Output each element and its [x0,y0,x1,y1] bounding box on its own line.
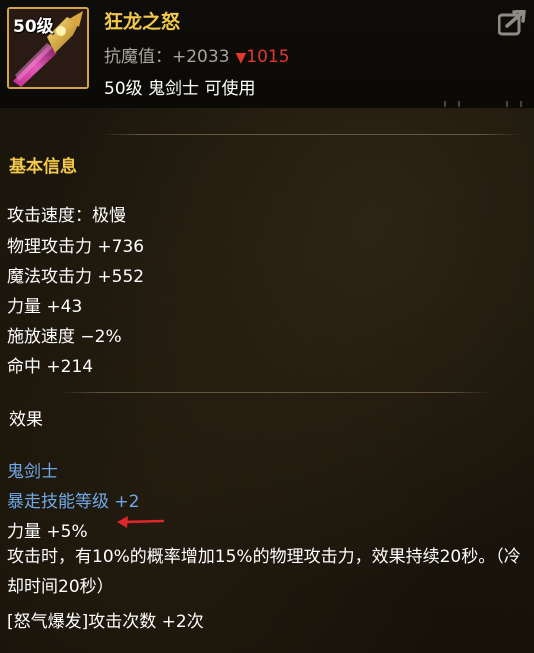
strength-bonus: 力量 +5% [7,522,88,542]
class-name: 鬼剑士 [7,462,58,482]
attack-speed: 攻击速度：极慢 [7,206,126,226]
sword-item-icon[interactable]: 50级 [7,7,89,89]
magic-resist-change: ▼1015 [236,47,290,67]
strength-stat: 力量 +43 [7,297,83,317]
tooltip-header: 50级 狂龙之怒 抗魔值：+2033 ▼1015 50级 鬼剑士 可使用 [0,0,534,108]
usage-requirement: 50级 鬼剑士 可使用 [104,79,256,99]
skill-level-bonus: 暴走技能等级 +2 [7,492,140,512]
magic-resist-label: 抗魔值： [104,47,172,67]
export-icon[interactable] [497,9,526,36]
effects-divider [60,392,490,393]
item-name: 狂龙之怒 [104,11,181,33]
magic-resist-value: +2033 [172,47,230,67]
effects-title: 效果 [9,410,43,430]
physical-attack: 物理攻击力 +736 [7,237,145,257]
rage-burst-bonus: [怒气爆发]攻击次数 +2次 [7,612,204,632]
magic-resist-change-value: 1015 [246,47,290,67]
red-arrow-annotation [117,516,165,528]
hit-rate: 命中 +214 [7,357,94,377]
basic-info-title: 基本信息 [9,157,77,177]
header-divider [100,134,524,135]
magic-attack: 魔法攻击力 +552 [7,267,145,287]
down-triangle-icon: ▼ [235,50,247,66]
item-tooltip: 50级 狂龙之怒 抗魔值：+2033 ▼1015 50级 鬼剑士 可使用 基本信息… [0,0,534,653]
item-level-badge: 50级 [13,17,54,37]
header-ornament [444,101,522,107]
cast-speed: 施放速度 −2% [7,327,122,347]
magic-resist-line: 抗魔值：+2033 ▼1015 [104,42,290,67]
proc-effect-text: 攻击时，有10%的概率增加15%的物理攻击力，效果持续20秒。（冷却时间20秒） [7,547,521,597]
